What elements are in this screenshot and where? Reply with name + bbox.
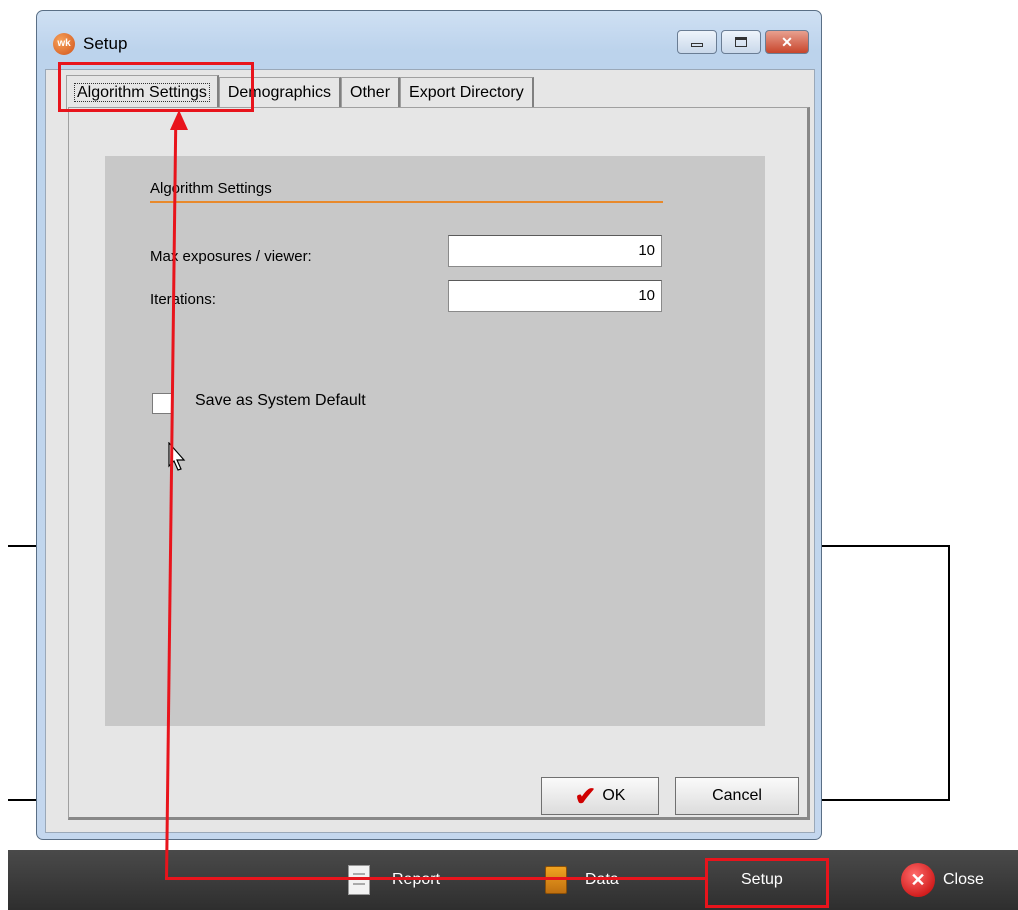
background-line-right-bottom	[820, 799, 950, 801]
maximize-icon	[735, 37, 747, 47]
annotation-arrowhead-icon	[170, 110, 188, 130]
close-window-button[interactable]: ✕	[765, 30, 809, 54]
ok-button[interactable]: ✔ OK	[541, 777, 659, 815]
tab-other[interactable]: Other	[341, 77, 401, 109]
save-system-default-label[interactable]: Save as System Default	[195, 392, 366, 410]
annotation-box-setup	[705, 858, 829, 908]
maximize-button[interactable]	[721, 30, 761, 54]
title-bar[interactable]: wk Setup ✕	[37, 11, 821, 61]
annotation-box-algorithm-tab	[58, 62, 254, 112]
dialog-title: Setup	[83, 34, 128, 53]
checkmark-icon: ✔	[574, 781, 597, 811]
tab-pane: Algorithm Settings Max exposures / viewe…	[68, 107, 810, 820]
minimize-icon	[691, 43, 703, 47]
section-title: Algorithm Settings	[150, 180, 272, 197]
ok-label: OK	[602, 787, 626, 804]
tab-export-directory[interactable]: Export Directory	[400, 77, 534, 109]
setup-dialog: wk Setup ✕ Algorithm Settings Demographi…	[36, 10, 822, 840]
max-exposures-input[interactable]: 10	[448, 235, 662, 267]
data-icon	[545, 866, 567, 894]
dialog-client-area: Algorithm Settings Demographics Other Ex…	[45, 69, 815, 833]
section-divider	[150, 201, 663, 203]
iterations-label: Iterations:	[150, 291, 216, 308]
report-button[interactable]: Report	[348, 850, 440, 910]
window-controls: ✕	[677, 30, 809, 54]
background-line-left-bottom	[8, 799, 38, 801]
close-circle-icon: ✕	[901, 863, 935, 897]
cancel-label: Cancel	[712, 787, 762, 804]
close-label: Close	[943, 871, 984, 888]
tab-label: Export Directory	[409, 84, 524, 101]
cancel-button[interactable]: Cancel	[675, 777, 799, 815]
data-button[interactable]: Data	[545, 850, 619, 910]
annotation-line-horizontal	[165, 877, 707, 880]
background-line-right-top	[820, 545, 950, 547]
tab-label: Other	[350, 84, 391, 101]
iterations-input[interactable]: 10	[448, 280, 662, 312]
background-line-left-top	[8, 545, 38, 547]
report-icon	[348, 865, 370, 895]
data-label: Data	[585, 871, 619, 889]
minimize-button[interactable]	[677, 30, 717, 54]
background-line-right-vertical	[948, 545, 950, 801]
close-button[interactable]: ✕ Close	[901, 850, 984, 910]
app-logo-icon: wk	[53, 33, 75, 55]
bottom-toolbar: Report Data Setup ✕ Close	[8, 850, 1018, 910]
close-x-icon: ✕	[781, 33, 793, 50]
report-label: Report	[392, 871, 440, 889]
settings-panel: Algorithm Settings Max exposures / viewe…	[105, 156, 765, 726]
